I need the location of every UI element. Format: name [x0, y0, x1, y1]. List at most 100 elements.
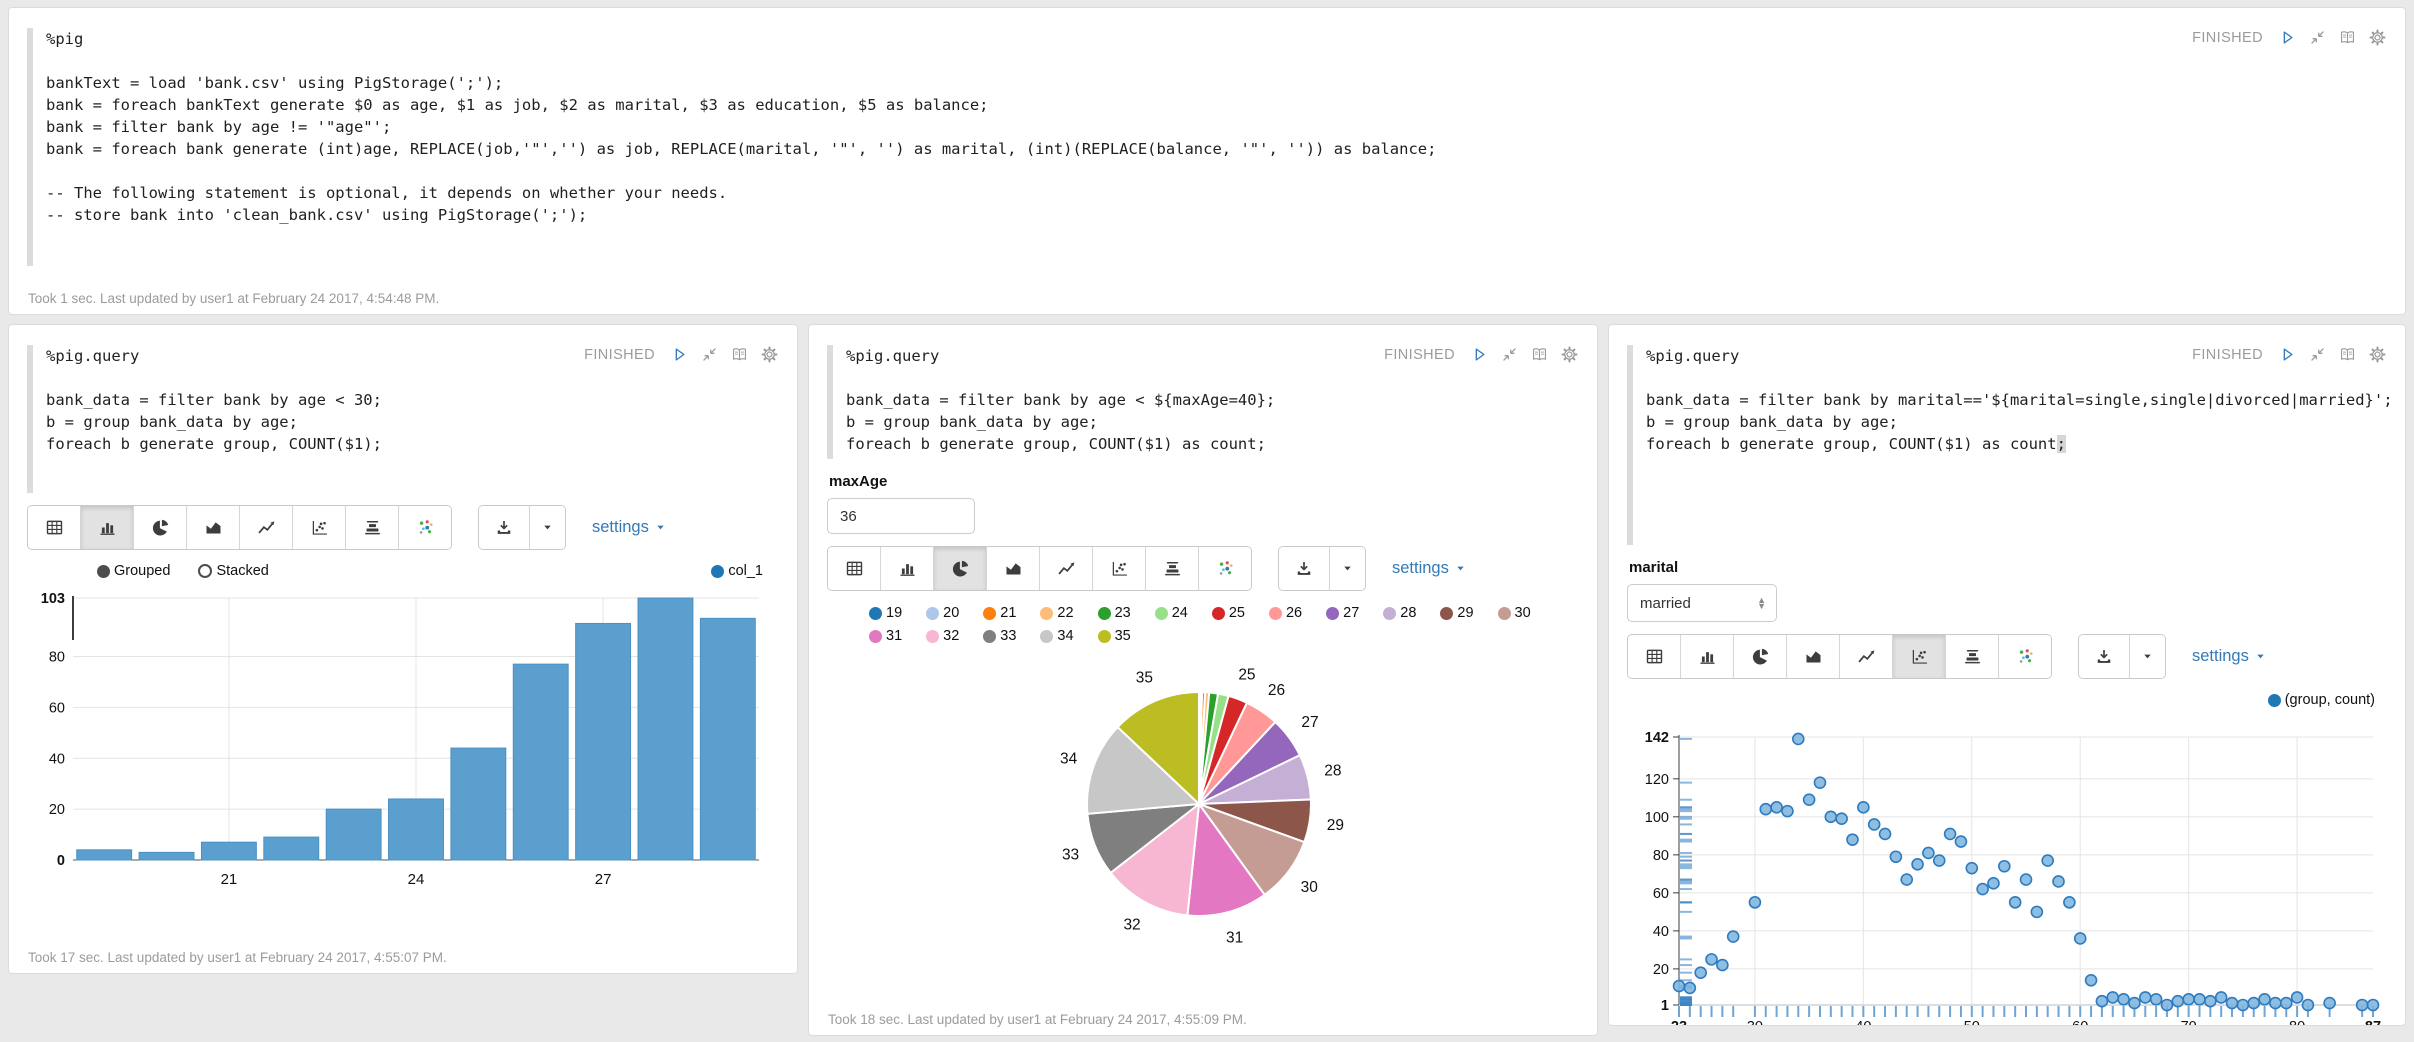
show-editor-icon[interactable]	[1530, 345, 1549, 364]
svg-text:80: 80	[2289, 1019, 2305, 1026]
chart-type-area-button[interactable]	[1787, 635, 1840, 678]
legend-label: 21	[1000, 605, 1016, 621]
pie-legend-item-31[interactable]: 31	[869, 628, 902, 644]
legend-series-col-1[interactable]: col_1	[711, 563, 763, 579]
maxage-input[interactable]	[827, 498, 975, 534]
chart-type-table-button[interactable]	[28, 506, 81, 549]
svg-text:50: 50	[1964, 1019, 1980, 1026]
download-data-button[interactable]	[479, 506, 530, 549]
chart-type-scatter-button[interactable]	[1093, 547, 1146, 590]
paragraph-settings-icon[interactable]	[1560, 345, 1579, 364]
svg-text:0: 0	[57, 853, 65, 869]
legend-toggle-stacked[interactable]: Stacked	[198, 563, 268, 579]
paragraph-bar-chart: FINISHED %pig.query bank_data = filter b…	[8, 324, 798, 974]
code-editor[interactable]: %pig.query bank_data = filter bank by ag…	[27, 345, 779, 493]
chart-type-line-button[interactable]	[240, 506, 293, 549]
chart-type-pie-button[interactable]	[1734, 635, 1787, 678]
settings-toggle[interactable]: settings	[1392, 559, 1466, 578]
legend-label: 35	[1115, 628, 1131, 644]
download-options-caret[interactable]	[1330, 547, 1365, 590]
chart-type-bar-button[interactable]	[1681, 635, 1734, 678]
collapse-output-icon[interactable]	[700, 345, 719, 364]
chart-type-area-button[interactable]	[987, 547, 1040, 590]
chart-type-table-button[interactable]	[1628, 635, 1681, 678]
collapse-output-icon[interactable]	[2308, 28, 2327, 47]
svg-text:80: 80	[1653, 848, 1669, 864]
collapse-output-icon[interactable]	[1500, 345, 1519, 364]
pie-legend-item-34[interactable]: 34	[1040, 628, 1073, 644]
pie-legend-item-24[interactable]: 24	[1155, 605, 1188, 621]
chart-type-line-button[interactable]	[1040, 547, 1093, 590]
bar-chart-icon	[97, 517, 118, 538]
chart-type-pie-button[interactable]	[934, 547, 987, 590]
pie-legend-item-22[interactable]: 22	[1040, 605, 1073, 621]
pie-legend-item-21[interactable]: 21	[983, 605, 1016, 621]
pie-legend-item-35[interactable]: 35	[1098, 628, 1131, 644]
chart-type-bar-button[interactable]	[881, 547, 934, 590]
download-data-button[interactable]	[2079, 635, 2130, 678]
code-line	[46, 367, 779, 389]
pie-legend-item-29[interactable]: 29	[1440, 605, 1473, 621]
chart-type-stacked-bars-button[interactable]	[1946, 635, 1999, 678]
svg-text:120: 120	[1645, 772, 1669, 788]
svg-text:24: 24	[408, 871, 425, 888]
pie-legend-item-23[interactable]: 23	[1098, 605, 1131, 621]
pie-legend-item-33[interactable]: 33	[983, 628, 1016, 644]
download-options-caret[interactable]	[530, 506, 565, 549]
pie-legend-item-20[interactable]: 20	[926, 605, 959, 621]
chart-type-stacked-bars-button[interactable]	[1146, 547, 1199, 590]
chart-type-scatter-button[interactable]	[1893, 635, 1946, 678]
series-color-dot	[926, 630, 939, 643]
code-editor[interactable]: %pig bankText = load 'bank.csv' using Pi…	[27, 28, 2387, 266]
bar-chart: 212427020406080103	[27, 584, 769, 896]
pie-legend-item-28[interactable]: 28	[1383, 605, 1416, 621]
svg-text:20: 20	[1653, 962, 1669, 978]
pie-legend-item-30[interactable]: 30	[1498, 605, 1531, 621]
line-chart-icon	[256, 517, 277, 538]
stacked-bars-chart-icon	[362, 517, 383, 538]
chart-type-pie-button[interactable]	[134, 506, 187, 549]
series-color-dot	[1498, 607, 1511, 620]
pie-legend-item-27[interactable]: 27	[1326, 605, 1359, 621]
pie-legend-item-26[interactable]: 26	[1269, 605, 1302, 621]
collapse-output-icon[interactable]	[2308, 345, 2327, 364]
run-paragraph-icon[interactable]	[2278, 28, 2297, 47]
run-paragraph-icon[interactable]	[2278, 345, 2297, 364]
settings-toggle[interactable]: settings	[592, 518, 666, 537]
chart-type-bubble-button[interactable]	[399, 506, 451, 549]
svg-text:142: 142	[1645, 730, 1669, 746]
show-editor-icon[interactable]	[2338, 28, 2357, 47]
chart-type-scatter-button[interactable]	[293, 506, 346, 549]
svg-text:27: 27	[595, 871, 612, 888]
area-chart-icon	[1003, 558, 1024, 579]
svg-text:35: 35	[1136, 669, 1153, 686]
scatter-legend-item[interactable]: (group, count)	[2268, 692, 2375, 708]
pie-legend-item-19[interactable]: 19	[869, 605, 902, 621]
paragraph-settings-icon[interactable]	[760, 345, 779, 364]
legend-toggle-grouped[interactable]: Grouped	[97, 563, 170, 579]
paragraph-settings-icon[interactable]	[2368, 345, 2387, 364]
chart-type-bar-button[interactable]	[81, 506, 134, 549]
show-editor-icon[interactable]	[730, 345, 749, 364]
chart-type-bubble-button[interactable]	[1199, 547, 1251, 590]
code-line: %pig	[46, 28, 2387, 50]
code-editor[interactable]: %pig.query bank_data = filter bank by ma…	[1627, 345, 2387, 545]
show-editor-icon[interactable]	[2338, 345, 2357, 364]
chart-type-table-button[interactable]	[828, 547, 881, 590]
chart-type-bubble-button[interactable]	[1999, 635, 2051, 678]
chart-type-line-button[interactable]	[1840, 635, 1893, 678]
settings-toggle[interactable]: settings	[2192, 647, 2266, 666]
run-paragraph-icon[interactable]	[1470, 345, 1489, 364]
run-paragraph-icon[interactable]	[670, 345, 689, 364]
marital-select[interactable]: married ▲▼	[1627, 584, 1777, 622]
code-line: -- The following statement is optional, …	[46, 182, 2387, 204]
pie-legend-item-25[interactable]: 25	[1212, 605, 1245, 621]
chart-type-stacked-bars-button[interactable]	[346, 506, 399, 549]
code-line: bank = foreach bankText generate $0 as a…	[46, 94, 2387, 116]
svg-text:40: 40	[1653, 924, 1669, 940]
download-data-button[interactable]	[1279, 547, 1330, 590]
download-options-caret[interactable]	[2130, 635, 2165, 678]
chart-type-area-button[interactable]	[187, 506, 240, 549]
paragraph-settings-icon[interactable]	[2368, 28, 2387, 47]
pie-legend-item-32[interactable]: 32	[926, 628, 959, 644]
